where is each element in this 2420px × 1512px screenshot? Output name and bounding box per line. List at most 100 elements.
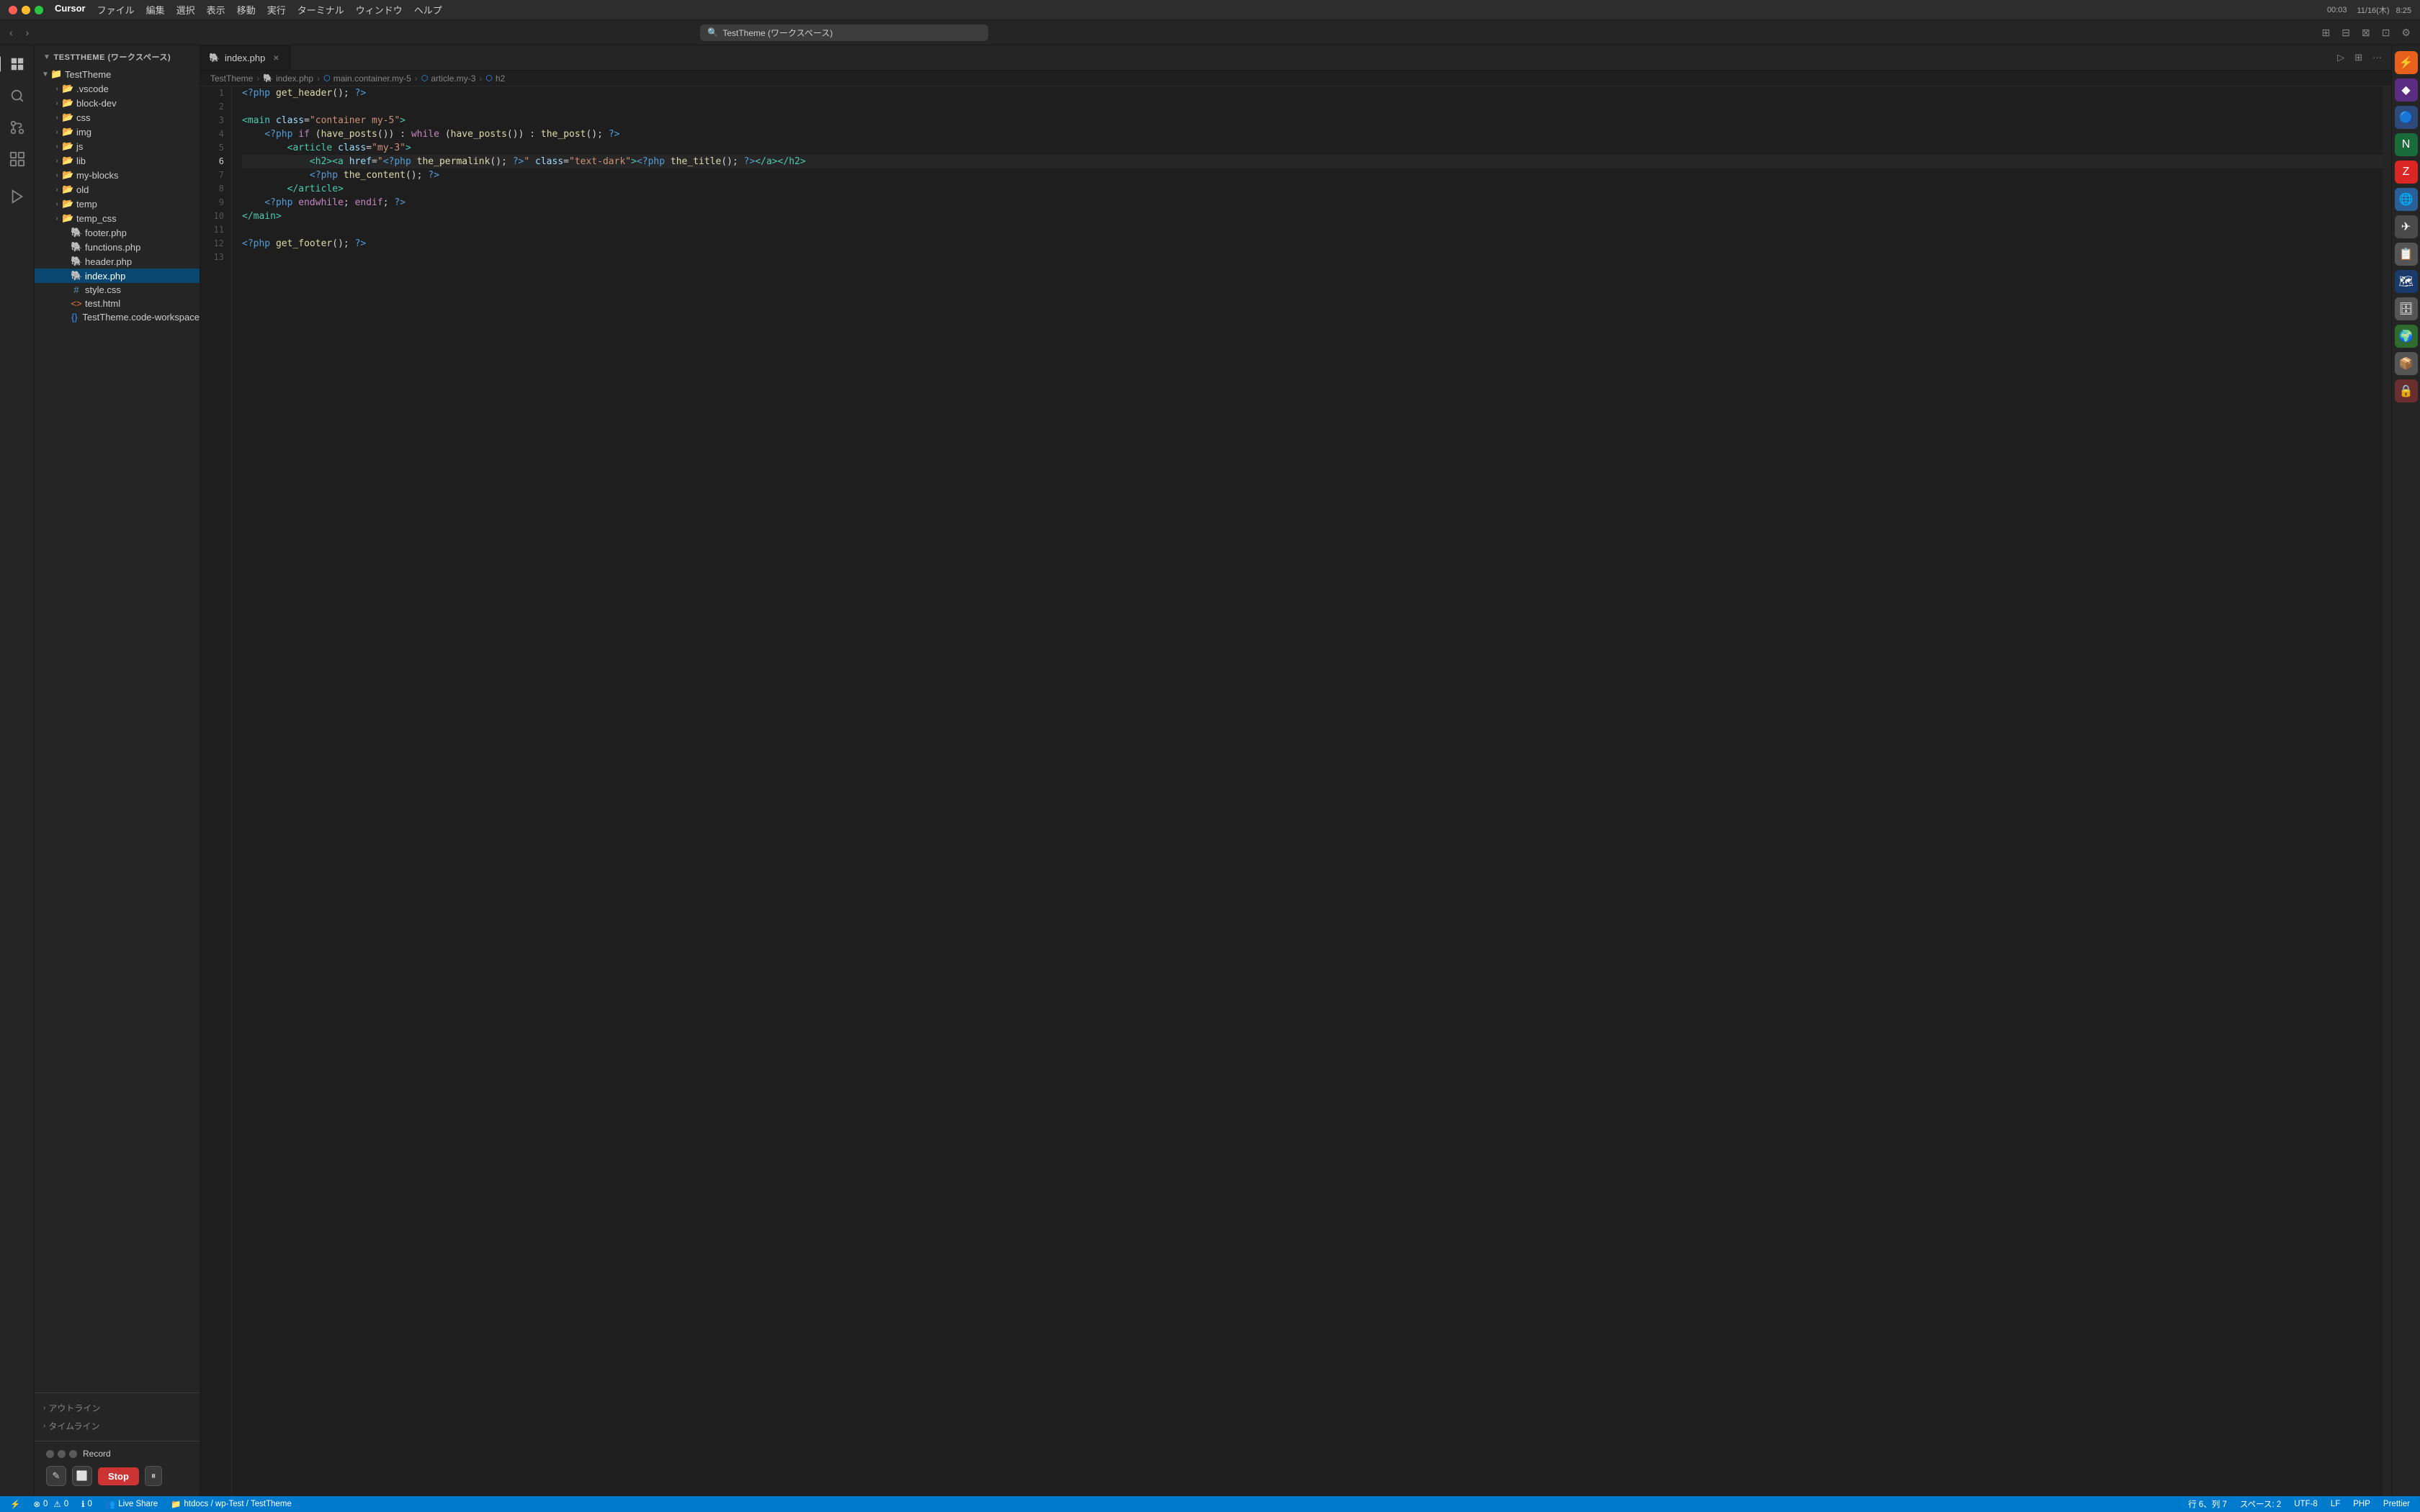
back-button[interactable]: ‹ [6,24,17,40]
status-encoding[interactable]: UTF-8 [2291,1500,2321,1508]
breadcrumb-testtheme[interactable]: TestTheme [210,73,253,84]
edit-record-button[interactable]: ✎ [46,1466,66,1486]
split-editor-button[interactable]: ⊞ [2351,50,2366,66]
status-spaces[interactable]: スペース: 2 [2237,1498,2284,1510]
run-code-button[interactable]: ▷ [2334,50,2348,66]
activity-search[interactable] [4,83,30,109]
breadcrumb-indexphp[interactable]: 🐘 index.php [263,73,313,84]
sidebar-outline[interactable]: › アウトライン [35,1399,200,1417]
right-icon-10[interactable]: 🗄 [2395,297,2418,320]
status-language[interactable]: PHP [2350,1500,2373,1508]
stop-record-button[interactable]: ⬜ [72,1466,92,1486]
right-icon-5[interactable]: Z [2395,161,2418,184]
status-formatter[interactable]: Prettier [2380,1500,2413,1508]
status-position[interactable]: 行 6、列 7 [2185,1498,2230,1510]
tree-item-testtheme[interactable]: ▼ 📁 TestTheme [35,67,200,81]
right-icon-12[interactable]: 📦 [2395,352,2418,375]
tree-item-vscode[interactable]: › 📂 .vscode [35,81,200,96]
breadcrumb-h2[interactable]: ⬡ h2 [485,73,505,84]
right-icon-6[interactable]: 🌐 [2395,188,2418,211]
pause-button[interactable]: ⏸ [145,1466,163,1486]
tree-item-functionsphp[interactable]: › 🐘 functions.php [35,240,200,254]
code-editor[interactable]: 1 2 3 4 5 6 7 8 9 10 11 12 13 <?php get_… [200,86,2391,1496]
tree-item-testhtml[interactable]: › <> test.html [35,297,200,310]
status-liveshare[interactable]: 👥 Live Share [102,1499,161,1509]
outline-label: アウトライン [48,1402,100,1414]
folder-icon: 📂 [62,212,73,224]
pause-icon: ⏸ [151,1470,156,1482]
activity-extensions[interactable] [4,146,30,172]
code-content[interactable]: <?php get_header(); ?> <main class="cont… [232,86,2383,1496]
menu-view[interactable]: 表示 [207,3,225,17]
activity-debug[interactable] [4,184,30,210]
tree-item-temp[interactable]: › 📂 temp [35,197,200,211]
close-button[interactable] [9,6,17,14]
activity-git[interactable] [4,114,30,140]
breadcrumb-main[interactable]: ⬡ main.container.my-5 [323,73,411,84]
activity-explorer[interactable] [4,51,30,77]
sidebar-chevron-icon: ▼ [43,53,50,61]
tree-item-blockdev[interactable]: › 📂 block-dev [35,96,200,110]
tree-item-myblocks[interactable]: › 📂 my-blocks [35,168,200,182]
tree-item-headerphp[interactable]: › 🐘 header.php [35,254,200,269]
customize-layout-button[interactable]: ⊡ [2378,24,2394,41]
menu-go[interactable]: 移動 [237,3,256,17]
right-icon-3[interactable]: 🔵 [2395,106,2418,129]
menu-help[interactable]: ヘルプ [414,3,442,17]
menu-select[interactable]: 選択 [176,3,195,17]
tree-item-lib[interactable]: › 📂 lib [35,153,200,168]
tree-item-stylecss[interactable]: › # style.css [35,283,200,297]
more-actions-button[interactable]: ··· [2369,50,2385,65]
layout-split-button[interactable]: ⊟ [2338,24,2354,41]
minimize-button[interactable] [22,6,30,14]
path-text: htdocs / wp-Test / TestTheme [184,1500,292,1508]
code-line-3: <main class="container my-5"> [242,114,2383,127]
stop-button[interactable]: Stop [98,1467,139,1485]
folder-arrow-icon: › [52,85,62,93]
right-icon-1[interactable]: ⚡ [2395,51,2418,74]
right-icon-4[interactable]: N [2395,133,2418,156]
status-errors[interactable]: ⊗ 0 ⚠ 0 [30,1499,71,1509]
tree-item-js[interactable]: › 📂 js [35,139,200,153]
record-title: Record [83,1449,111,1459]
chevron-right-icon: › [43,1422,45,1430]
folder-icon: 📁 [50,68,62,80]
layout-sidebar-button[interactable]: ⊞ [2318,24,2334,41]
menu-run[interactable]: 実行 [267,3,286,17]
tab-indexphp[interactable]: 🐘 index.php × [200,45,291,70]
right-icon-7[interactable]: ✈ [2395,215,2418,238]
tab-php-icon: 🐘 [209,53,220,63]
line-number-1: 1 [200,86,231,100]
right-icon-9[interactable]: 🗺 [2395,270,2418,293]
menu-edit[interactable]: 編集 [146,3,165,17]
status-line-ending[interactable]: LF [2328,1500,2343,1508]
sidebar-timeline[interactable]: › タイムライン [35,1417,200,1435]
maximize-button[interactable] [35,6,43,14]
right-icon-8[interactable]: 📋 [2395,243,2418,266]
tree-item-css[interactable]: › 📂 css [35,110,200,125]
menu-window[interactable]: ウィンドウ [356,3,403,17]
tree-item-old[interactable]: › 📂 old [35,182,200,197]
settings-button[interactable]: ⚙ [2398,24,2414,41]
forward-button[interactable]: › [22,24,33,40]
tree-item-img[interactable]: › 📂 img [35,125,200,139]
search-bar[interactable]: 🔍 TestTheme (ワークスペース) [700,24,988,41]
tree-item-tempcss[interactable]: › 📂 temp_css [35,211,200,225]
right-icon-11[interactable]: 🌍 [2395,325,2418,348]
tree-label: index.php [85,271,200,282]
status-path[interactable]: 📁 htdocs / wp-Test / TestTheme [168,1499,295,1509]
status-info[interactable]: ℹ 0 [79,1499,95,1509]
layout-panel-button[interactable]: ⊠ [2358,24,2374,41]
status-git[interactable]: ⚡ [7,1499,23,1509]
right-icon-2[interactable]: ◆ [2395,78,2418,102]
tab-close-button[interactable]: × [270,52,282,63]
tree-item-workspace[interactable]: › {} TestTheme.code-workspace [35,310,200,324]
breadcrumb-article[interactable]: ⬡ article.my-3 [421,73,476,84]
tree-item-footerphp[interactable]: › 🐘 footer.php [35,225,200,240]
line-numbers: 1 2 3 4 5 6 7 8 9 10 11 12 13 [200,86,232,1496]
sidebar-bottom: › アウトライン › タイムライン [35,1392,200,1441]
right-icon-13[interactable]: 🔒 [2395,379,2418,402]
menu-terminal[interactable]: ターミナル [297,3,344,17]
tree-item-indexphp[interactable]: › 🐘 index.php [35,269,200,283]
menu-file[interactable]: ファイル [97,3,135,17]
